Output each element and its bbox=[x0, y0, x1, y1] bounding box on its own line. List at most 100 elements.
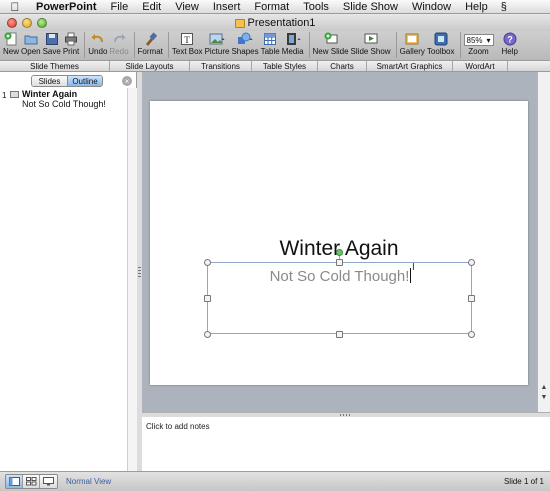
normal-view-icon bbox=[8, 477, 20, 486]
picture-button[interactable]: Picture bbox=[205, 31, 229, 56]
slide-show-view-button[interactable] bbox=[40, 475, 57, 488]
save-button[interactable]: Save bbox=[43, 31, 61, 56]
table-button[interactable]: Table bbox=[261, 31, 280, 56]
printer-icon bbox=[63, 32, 79, 46]
menu-view[interactable]: View bbox=[168, 1, 206, 13]
open-folder-icon bbox=[23, 32, 39, 46]
outline-subtitle-text[interactable]: Not So Cold Though! bbox=[22, 99, 106, 109]
slide-count: Slide 1 of 1 bbox=[503, 477, 544, 486]
tab-slides[interactable]: Slides bbox=[32, 76, 67, 86]
grip-dots bbox=[340, 414, 352, 416]
notes-pane[interactable]: Click to add notes bbox=[142, 417, 550, 471]
resize-handle-bottom-right[interactable] bbox=[468, 331, 475, 338]
zoom-control[interactable]: 85% ▾ Zoom bbox=[463, 31, 494, 56]
resize-handle-left[interactable] bbox=[204, 295, 211, 302]
outline-title-text[interactable]: Winter Again bbox=[22, 89, 77, 99]
menu-file[interactable]: File bbox=[104, 1, 136, 13]
toolbar-separator bbox=[395, 32, 397, 58]
menu-tools[interactable]: Tools bbox=[296, 1, 336, 13]
resize-handle-top-left[interactable] bbox=[204, 259, 211, 266]
menu-help[interactable]: Help bbox=[458, 1, 495, 13]
view-switcher bbox=[5, 474, 58, 489]
resize-handle-bottom[interactable] bbox=[336, 331, 343, 338]
undo-arrow-icon bbox=[90, 32, 106, 46]
slide-show-icon bbox=[363, 32, 379, 46]
menu-slide-show[interactable]: Slide Show bbox=[336, 1, 405, 13]
previous-slide-icon[interactable]: ▲ bbox=[539, 383, 549, 392]
outline-pane: Slides Outline × 1 Winter Again Not So C… bbox=[0, 72, 137, 471]
gallery-button[interactable]: Gallery bbox=[400, 31, 425, 56]
format-button[interactable]: Format bbox=[138, 31, 163, 56]
tab-transitions[interactable]: Transitions bbox=[190, 61, 252, 71]
svg-text:T: T bbox=[184, 35, 190, 45]
slide-scrollbar[interactable]: ▲ ▼ bbox=[537, 72, 550, 412]
toolbox-button[interactable]: Toolbox bbox=[427, 31, 455, 56]
text-box-button[interactable]: T Text Box bbox=[172, 31, 203, 56]
zoom-select[interactable]: 85% ▾ bbox=[463, 34, 494, 46]
apple-menu-icon[interactable]:  bbox=[8, 0, 22, 14]
tab-outline[interactable]: Outline bbox=[67, 76, 102, 86]
new-document-icon bbox=[3, 32, 19, 46]
subtitle-text-row[interactable]: Not So Cold Though! bbox=[208, 268, 473, 285]
subtitle-placeholder[interactable]: Not So Cold Though! bbox=[207, 262, 472, 334]
menu-app[interactable]: PowerPoint bbox=[32, 1, 104, 13]
resize-handle-bottom-left[interactable] bbox=[204, 331, 211, 338]
tab-slide-themes[interactable]: Slide Themes bbox=[0, 61, 110, 71]
slide-icon[interactable] bbox=[10, 91, 19, 98]
resize-handle-top-right[interactable] bbox=[468, 259, 475, 266]
shapes-icon bbox=[237, 32, 253, 46]
resize-handle-right[interactable] bbox=[468, 295, 475, 302]
tab-slide-layouts[interactable]: Slide Layouts bbox=[110, 61, 190, 71]
tab-wordart[interactable]: WordArt bbox=[453, 61, 508, 71]
outline-slide-number: 1 bbox=[2, 91, 7, 100]
script-menu-icon[interactable]: § bbox=[501, 1, 507, 13]
toolbar-separator bbox=[459, 32, 461, 58]
slide-editor: Winter Again Not So Cold Though! I bbox=[142, 72, 537, 412]
open-button[interactable]: Open bbox=[21, 31, 41, 56]
tab-smartart-graphics[interactable]: SmartArt Graphics bbox=[367, 61, 453, 71]
slide-sorter-button[interactable] bbox=[23, 475, 40, 488]
status-bar: Normal View Slide 1 of 1 bbox=[0, 471, 550, 491]
next-slide-icon[interactable]: ▼ bbox=[539, 393, 549, 402]
title-bar: Presentation1 bbox=[0, 15, 550, 31]
close-pane-icon[interactable]: × bbox=[122, 76, 132, 86]
toolbar-separator bbox=[308, 32, 310, 58]
tab-table-styles[interactable]: Table Styles bbox=[252, 61, 318, 71]
i-beam-cursor-icon: I bbox=[412, 262, 415, 273]
current-view-label: Normal View bbox=[66, 477, 112, 486]
help-button[interactable]: ? Help bbox=[502, 31, 518, 56]
menu-format[interactable]: Format bbox=[247, 1, 296, 13]
redo-button[interactable]: Redo bbox=[109, 31, 129, 56]
slide-subtitle[interactable]: Not So Cold Though! bbox=[270, 268, 410, 285]
redo-arrow-icon bbox=[111, 32, 127, 46]
tab-charts[interactable]: Charts bbox=[318, 61, 367, 71]
new-button[interactable]: New bbox=[3, 31, 19, 56]
menu-window[interactable]: Window bbox=[405, 1, 458, 13]
shapes-button[interactable]: Shapes bbox=[231, 31, 259, 56]
rotate-handle[interactable] bbox=[336, 249, 343, 256]
new-slide-button[interactable]: New Slide bbox=[313, 31, 349, 56]
normal-view-button[interactable] bbox=[6, 475, 23, 488]
window-title-text: Presentation1 bbox=[247, 17, 316, 29]
menu-insert[interactable]: Insert bbox=[206, 1, 248, 13]
print-button[interactable]: Print bbox=[63, 31, 79, 56]
elements-gallery-tabs: Slide Themes Slide Layouts Transitions T… bbox=[0, 60, 550, 72]
media-button[interactable]: Media bbox=[282, 31, 304, 56]
toolbar-separator bbox=[84, 32, 86, 58]
svg-text:?: ? bbox=[507, 35, 513, 45]
undo-button[interactable]: Undo bbox=[88, 31, 107, 56]
slide-canvas[interactable]: Winter Again Not So Cold Though! I bbox=[150, 101, 528, 385]
toolbar-separator bbox=[133, 32, 135, 58]
help-question-icon: ? bbox=[502, 32, 518, 46]
zoom-value: 85% bbox=[466, 35, 483, 45]
resize-handle-top[interactable] bbox=[336, 259, 343, 266]
format-brush-icon bbox=[142, 32, 158, 46]
new-slide-icon bbox=[323, 32, 339, 46]
text-box-icon: T bbox=[179, 32, 195, 46]
slide-show-button[interactable]: Slide Show bbox=[351, 31, 391, 56]
menu-edit[interactable]: Edit bbox=[135, 1, 168, 13]
monitor-icon bbox=[43, 477, 54, 486]
toolbar-separator bbox=[167, 32, 169, 58]
outline-scrollbar[interactable] bbox=[127, 88, 137, 471]
notes-placeholder[interactable]: Click to add notes bbox=[146, 422, 210, 431]
